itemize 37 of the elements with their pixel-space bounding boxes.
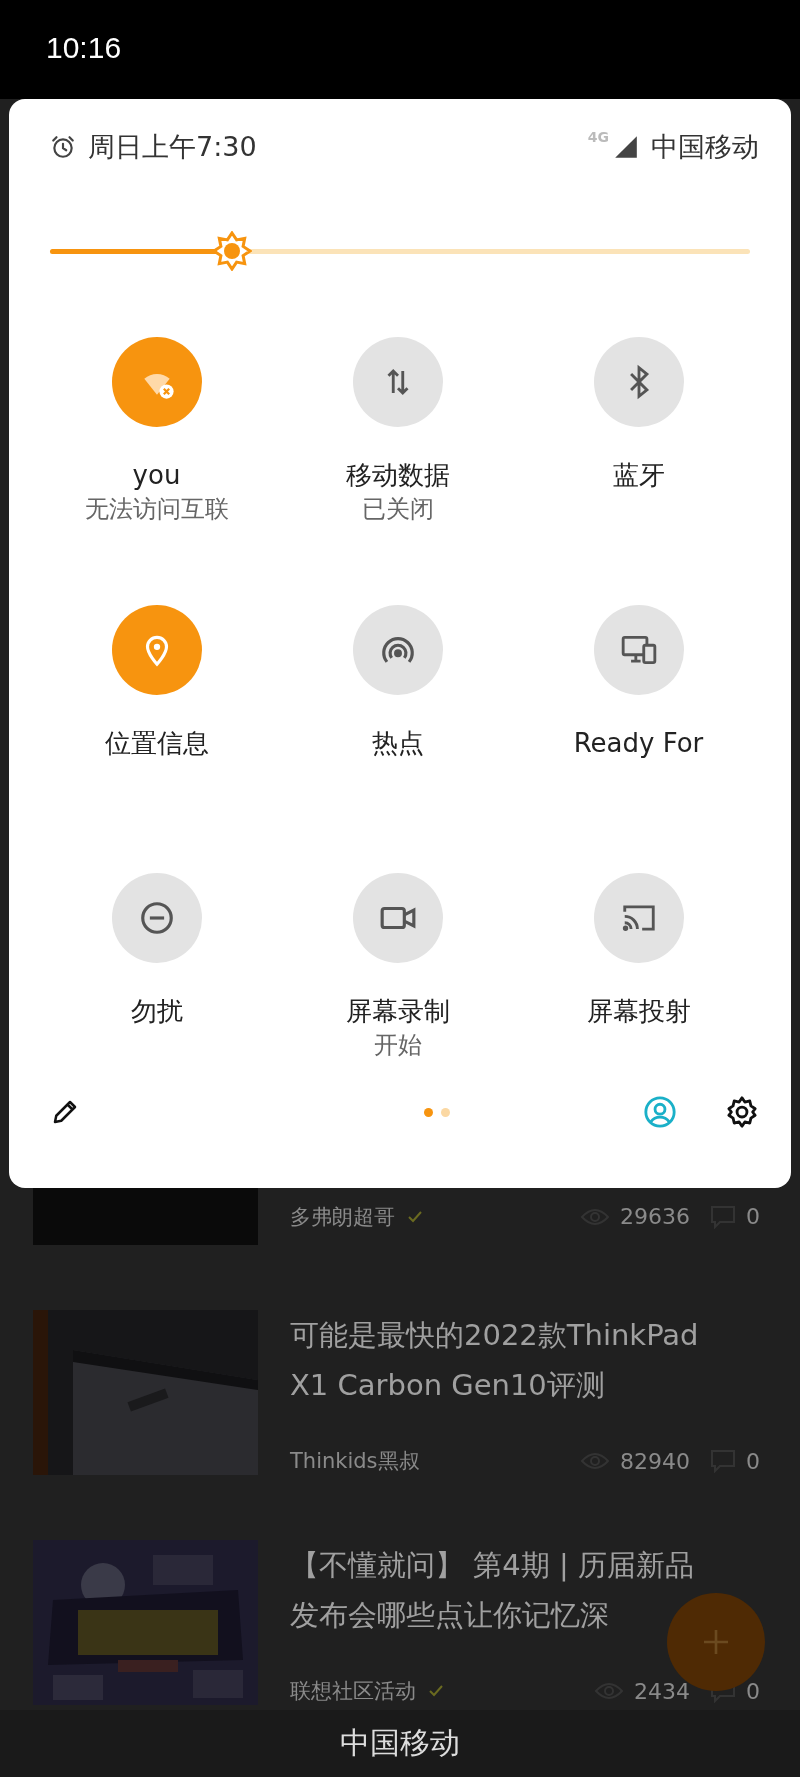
user-icon[interactable] [643,1095,677,1129]
settings-icon[interactable] [725,1095,759,1129]
tile-label: 蓝牙 [612,459,665,492]
tile-label: 勿扰 [130,995,183,1028]
article-title[interactable]: 发布会哪些点让你记忆深 [290,1590,770,1640]
tile-label: 移动数据 [345,459,450,492]
article-title[interactable]: X1 Carbon Gen10评测 [290,1360,770,1410]
tile-label: 热点 [371,727,424,760]
signal-icon [613,134,639,160]
alarm-time[interactable]: 周日上午7:30 [88,129,257,165]
alarm-clock-icon[interactable] [50,134,76,160]
tile-label: 位置信息 [104,727,209,760]
author-name[interactable]: 联想社区活动 [290,1677,416,1705]
tile-label: Ready For [573,727,704,760]
article-title[interactable]: 【不懂就问】 第4期 | 历届新品 [290,1540,770,1590]
clock-time: 10:16 [46,30,122,65]
tile-label: 屏幕投射 [586,995,691,1028]
tile-status: 无法访问互联 [84,494,229,525]
comment-count: 0 [746,1448,760,1474]
tile-status: 已关闭 [361,494,434,525]
author-name[interactable]: Thinkids黑叔 [290,1447,420,1475]
network-type: 4G [587,129,609,145]
view-count: 82940 [620,1448,690,1474]
comment-count: 0 [746,1678,760,1704]
carrier-name: 中国移动 [340,1724,460,1762]
page-dot[interactable] [440,1107,450,1117]
brightness-slider[interactable] [50,231,750,271]
tile-label: 屏幕录制 [345,995,450,1028]
article-title[interactable]: 可能是最快的2022款ThinkPad [290,1310,770,1360]
tile-status: 开始 [373,1030,422,1061]
tile-label: you [132,459,181,492]
carrier-name: 中国移动 [651,130,759,164]
comment-count: 0 [746,1204,760,1229]
author-name[interactable]: 多弗朗超哥 [290,1202,395,1231]
page-dot[interactable] [423,1107,433,1117]
view-count: 2434 [634,1678,690,1704]
view-count: 29636 [620,1204,690,1229]
